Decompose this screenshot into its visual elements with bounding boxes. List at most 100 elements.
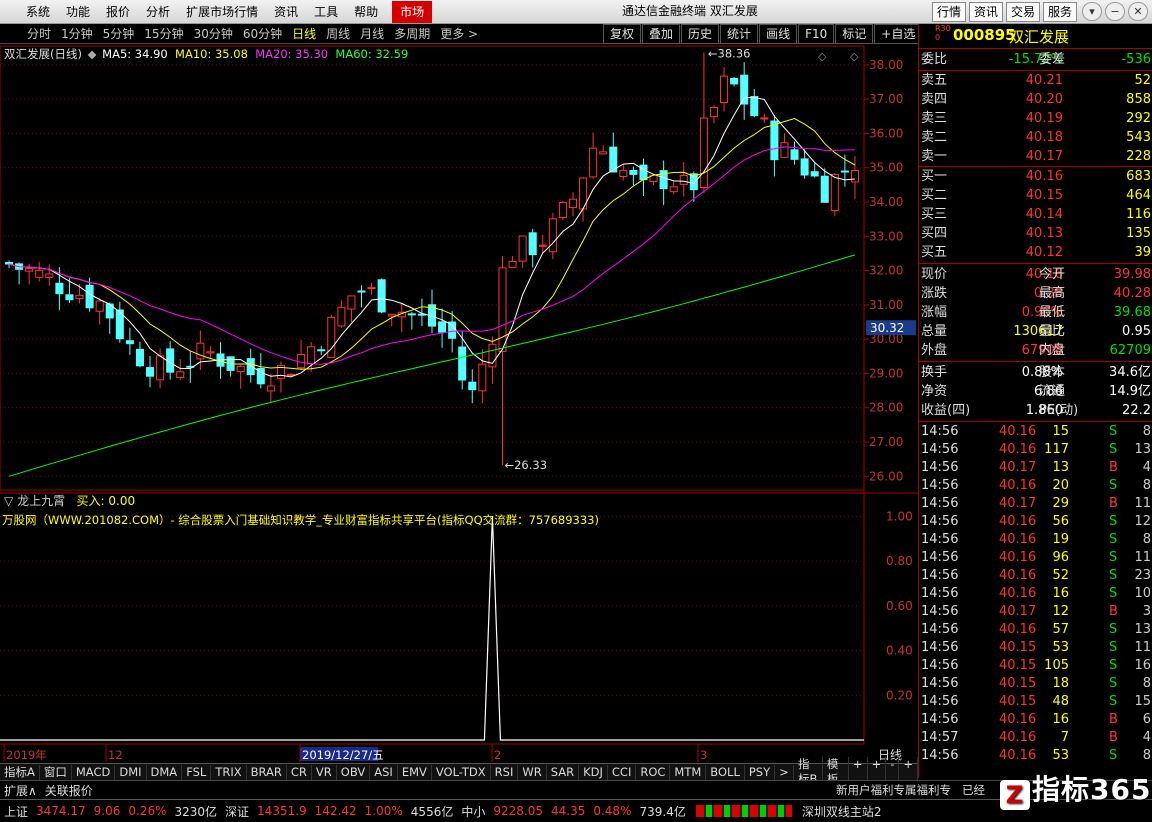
bid-row[interactable]: 买一 40.16 683 bbox=[921, 167, 1151, 186]
ask-row-volume: 543 bbox=[1126, 130, 1151, 145]
indicator-tab-11[interactable]: ASI bbox=[370, 764, 398, 780]
indicator-tab-2[interactable]: MACD bbox=[72, 764, 116, 780]
candle-body bbox=[770, 120, 779, 161]
indicator-tab-19[interactable]: ROC bbox=[636, 764, 671, 780]
candle-body bbox=[679, 175, 688, 185]
indicator-tab-6[interactable]: TRIX bbox=[211, 764, 247, 780]
x-tick-label: 12 bbox=[108, 748, 123, 762]
ask-row[interactable]: 卖一 40.17 228 bbox=[921, 147, 1151, 166]
indicator-tab-23[interactable]: > bbox=[775, 764, 794, 780]
menu-arrow-icon[interactable]: ▾ bbox=[1082, 2, 1102, 21]
tick-time: 14:56 bbox=[921, 460, 959, 475]
indicator-tab-22[interactable]: PSY bbox=[745, 764, 776, 780]
menu-item-6[interactable]: 工具 bbox=[306, 1, 346, 23]
tick-price: 40.16 bbox=[999, 748, 1037, 763]
minimize-icon[interactable]: − bbox=[1105, 2, 1125, 21]
zx-label[interactable]: 中小 bbox=[457, 803, 489, 820]
indicator-tabs: 指标A 窗口 MACD DMI DMA FSL TRIX BRAR CR VR OBV ASI EMV V… bbox=[0, 757, 918, 787]
indicator-tab-13[interactable]: VOL-TDX bbox=[432, 764, 491, 780]
indicator-tab-9[interactable]: VR bbox=[312, 764, 337, 780]
candle-body bbox=[810, 171, 819, 177]
zx-index: 9228.05 bbox=[493, 804, 543, 818]
indicator-tab-18[interactable]: CCI bbox=[608, 764, 637, 780]
indicator-tab-8[interactable]: CR bbox=[287, 764, 312, 780]
top-button-2[interactable]: 交易 bbox=[1006, 2, 1041, 22]
tick-count: 16 bbox=[1134, 658, 1151, 673]
bid-row-label: 买一 bbox=[921, 169, 948, 184]
tick-side: B bbox=[1109, 496, 1118, 511]
candle-body bbox=[740, 74, 749, 105]
menu-item-4[interactable]: 扩展市场行情 bbox=[178, 1, 266, 23]
ask-row[interactable]: 卖五 40.21 52 bbox=[921, 71, 1151, 90]
menu-item-5[interactable]: 资讯 bbox=[266, 1, 306, 23]
indicator-tab-7[interactable]: BRAR bbox=[247, 764, 287, 780]
indicator-tab-4[interactable]: DMA bbox=[147, 764, 183, 780]
indicator-tab-20[interactable]: MTM bbox=[670, 764, 707, 780]
tick-volume: 57 bbox=[1052, 622, 1069, 637]
close-icon[interactable]: ✕ bbox=[1128, 2, 1148, 21]
server-name[interactable]: 深圳双线主站2 bbox=[798, 803, 886, 820]
menu-item-2[interactable]: 报价 bbox=[98, 1, 138, 23]
ask-row[interactable]: 卖三 40.19 292 bbox=[921, 109, 1151, 128]
menu-item-market[interactable]: 市场 bbox=[392, 0, 433, 23]
diamond-icon[interactable]: ◇ bbox=[850, 50, 859, 63]
y-tick-label: 31.00 bbox=[869, 298, 903, 312]
indicator-tab-12[interactable]: EMV bbox=[398, 764, 432, 780]
tick-count: 8 bbox=[1142, 532, 1151, 547]
bid-row-price: 40.14 bbox=[1025, 207, 1063, 222]
tick-volume: 16 bbox=[1052, 586, 1069, 601]
indicator-tab-10[interactable]: OBV bbox=[337, 764, 371, 780]
indicator-tab-1[interactable]: 窗口 bbox=[40, 764, 72, 780]
diamond-icon[interactable]: ◇ bbox=[818, 50, 827, 63]
indicator-arrow-icon[interactable]: ▽ bbox=[4, 494, 13, 508]
news-ticker[interactable]: 新用户福利专属福利专 bbox=[832, 782, 955, 798]
indicator-tab-14[interactable]: RSI bbox=[491, 764, 519, 780]
bid-row[interactable]: 买二 40.15 464 bbox=[921, 186, 1151, 205]
tick-time: 14:56 bbox=[921, 478, 959, 493]
candle-body bbox=[498, 267, 507, 352]
stat-row-label: 总量 bbox=[921, 324, 948, 339]
candle-body bbox=[730, 77, 739, 85]
weibi-row: 委比 -15.72% 委差 -536 bbox=[921, 50, 1151, 69]
ask-row[interactable]: 卖二 40.18 543 bbox=[921, 128, 1151, 147]
menu-item-3[interactable]: 分析 bbox=[138, 1, 178, 23]
candle-body bbox=[35, 269, 44, 278]
menu-item-1[interactable]: 功能 bbox=[58, 1, 98, 23]
indicator-tab-0[interactable]: 指标A bbox=[0, 764, 40, 780]
indicator-tab-16[interactable]: SAR bbox=[547, 764, 580, 780]
related-quote-tab[interactable]: 关联报价 bbox=[41, 782, 97, 799]
top-button-1[interactable]: 资讯 bbox=[969, 2, 1004, 22]
tick-time: 14:56 bbox=[921, 658, 959, 673]
bid-row[interactable]: 买五 40.12 39 bbox=[921, 243, 1151, 262]
tick-time: 14:56 bbox=[921, 694, 959, 709]
tick-count: 10 bbox=[1134, 586, 1151, 601]
sh-label[interactable]: 上证 bbox=[0, 803, 32, 820]
indicator-name[interactable]: 龙上九霄 bbox=[17, 494, 65, 508]
indicator-tab-17[interactable]: KDJ bbox=[579, 764, 608, 780]
top-button-3[interactable]: 服务 bbox=[1043, 2, 1078, 22]
stat-row-value2: 39.68 bbox=[1113, 305, 1151, 320]
candle-body bbox=[25, 268, 34, 272]
stat2-row: 收益(四) 1.860 PE(动) 22.2 bbox=[921, 401, 1151, 420]
tick-count: 11 bbox=[1134, 496, 1151, 511]
indicator-tab-15[interactable]: WR bbox=[518, 764, 547, 780]
menu-item-0[interactable]: 系统 bbox=[18, 1, 58, 23]
indicator-tab-3[interactable]: DMI bbox=[115, 764, 147, 780]
indicator-tab-21[interactable]: BOLL bbox=[706, 764, 745, 780]
y-tick-label: 33.00 bbox=[869, 229, 903, 243]
menu-item-7[interactable]: 帮助 bbox=[346, 1, 386, 23]
tick-time: 14:56 bbox=[921, 514, 959, 529]
bid-row[interactable]: 买三 40.14 116 bbox=[921, 205, 1151, 224]
kline-chart[interactable]: ◇ ◇ ←38.36 ←26.33 38.00 37.00 36.00 35.00 34.0… bbox=[0, 24, 918, 764]
bid-row-volume: 116 bbox=[1126, 207, 1151, 222]
bid-row[interactable]: 买四 40.13 135 bbox=[921, 224, 1151, 243]
tick-volume: 12 bbox=[1052, 604, 1069, 619]
sz-label[interactable]: 深证 bbox=[221, 803, 253, 820]
expand-button[interactable]: 扩展∧ bbox=[0, 782, 41, 799]
top-button-0[interactable]: 行情 bbox=[932, 2, 967, 22]
ask-row[interactable]: 卖四 40.20 858 bbox=[921, 90, 1151, 109]
ask-row-price: 40.21 bbox=[1025, 73, 1063, 88]
indicator-tab-5[interactable]: FSL bbox=[182, 764, 212, 780]
candle-body bbox=[317, 349, 326, 352]
tick-count: 4 bbox=[1142, 730, 1151, 745]
